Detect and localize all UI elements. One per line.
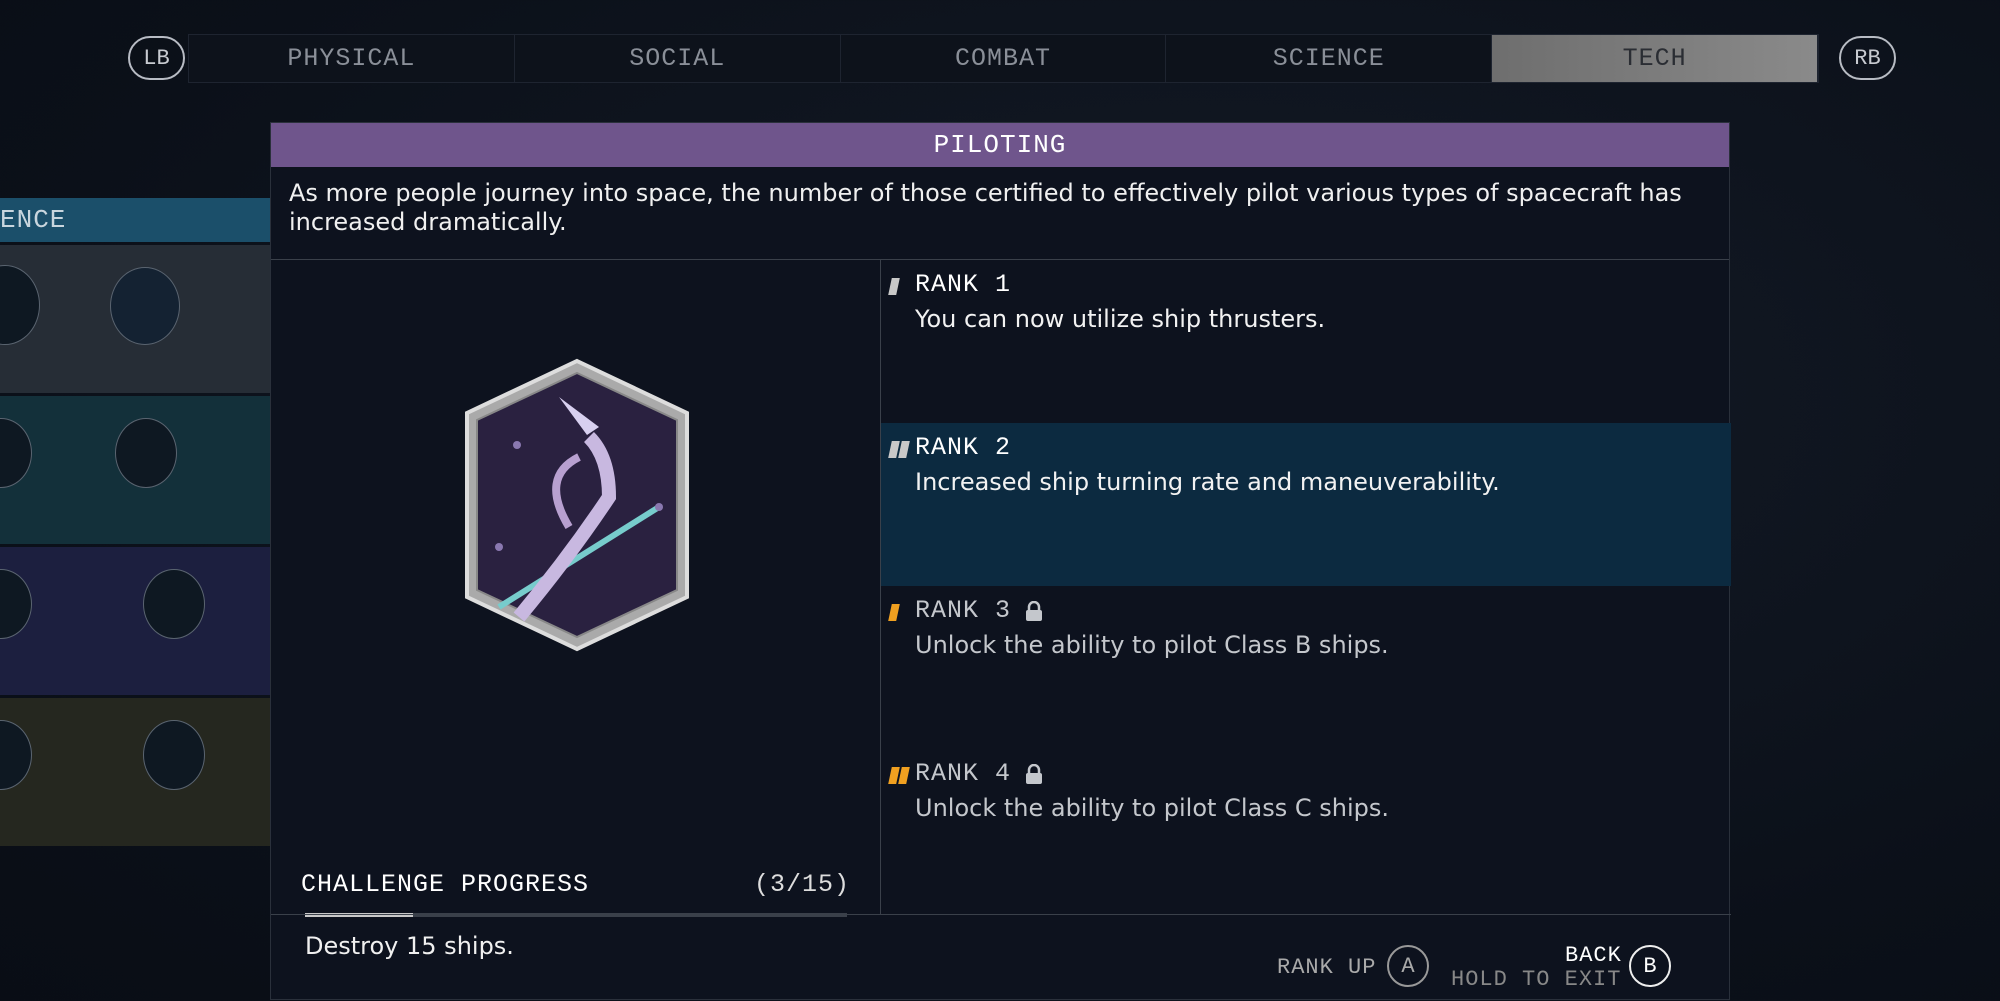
hold-to-exit-label: HOLD TO EXIT — [1451, 967, 1622, 992]
skill-icon[interactable] — [0, 720, 32, 790]
lb-button[interactable]: LB — [128, 36, 185, 80]
footer-bar: RANK UP A HOLD TO EXIT BACK B — [271, 914, 1731, 1001]
skill-icon[interactable] — [0, 418, 32, 488]
tab-science[interactable]: SCIENCE — [1166, 35, 1493, 82]
skill-row — [0, 396, 270, 544]
piloting-patch-icon — [465, 358, 689, 652]
rank-up-button[interactable]: A — [1387, 945, 1429, 987]
skill-tree-background: ENCE — [0, 198, 270, 846]
category-tabs: PHYSICAL SOCIAL COMBAT SCIENCE TECH — [188, 34, 1819, 83]
rb-label: RB — [1854, 45, 1881, 71]
b-button-label: B — [1643, 953, 1657, 979]
rank-up-label: RANK UP — [1277, 955, 1377, 980]
rank-title: RANK 2 — [915, 433, 1012, 462]
skill-description: As more people journey into space, the n… — [271, 167, 1729, 260]
skill-icon-research[interactable] — [110, 267, 180, 345]
rank-tier-icon — [888, 278, 900, 295]
rank-tier-icon — [888, 767, 910, 784]
rank-description: Unlock the ability to pilot Class C ship… — [915, 794, 1389, 822]
rank-title: RANK 3 — [915, 596, 1012, 625]
skill-icon[interactable] — [143, 569, 205, 639]
tab-tech[interactable]: TECH — [1492, 35, 1818, 82]
rank-3-row[interactable]: RANK 3 Unlock the ability to pilot Class… — [881, 586, 1731, 749]
rank-description: Unlock the ability to pilot Class B ship… — [915, 631, 1389, 659]
skill-row — [0, 698, 270, 846]
skill-icon[interactable] — [0, 569, 32, 639]
science-header: ENCE — [0, 198, 270, 242]
rb-button[interactable]: RB — [1839, 36, 1896, 80]
rank-description: Increased ship turning rate and maneuver… — [915, 468, 1500, 496]
tab-physical[interactable]: PHYSICAL — [189, 35, 515, 82]
skill-row — [0, 245, 270, 393]
rank-description: You can now utilize ship thrusters. — [915, 305, 1326, 333]
lock-icon — [1026, 600, 1043, 621]
skill-title: PILOTING — [271, 123, 1729, 167]
lock-icon — [1026, 763, 1043, 784]
rank-title: RANK 1 — [915, 270, 1012, 299]
rank-2-row[interactable]: RANK 2 Increased ship turning rate and m… — [881, 423, 1731, 586]
challenge-count: (3/15) — [753, 870, 850, 899]
challenge-label: CHALLENGE PROGRESS — [301, 870, 590, 899]
rank-tier-icon — [888, 441, 910, 458]
rank-title: RANK 4 — [915, 759, 1012, 788]
a-button-label: A — [1401, 953, 1415, 979]
skill-icon[interactable] — [143, 720, 205, 790]
skill-row — [0, 547, 270, 695]
back-button[interactable]: B — [1629, 945, 1671, 987]
tab-combat[interactable]: COMBAT — [841, 35, 1167, 82]
rank-list: RANK 1 You can now utilize ship thruster… — [881, 260, 1731, 914]
rank-1-row[interactable]: RANK 1 You can now utilize ship thruster… — [881, 260, 1731, 423]
lb-label: LB — [143, 45, 170, 71]
rank-4-row[interactable]: RANK 4 Unlock the ability to pilot Class… — [881, 749, 1731, 912]
skill-detail-panel: PILOTING As more people journey into spa… — [270, 122, 1731, 1001]
tab-social[interactable]: SOCIAL — [515, 35, 841, 82]
skill-info: CHALLENGE PROGRESS (3/15) Destroy 15 shi… — [271, 260, 881, 960]
rank-tier-icon — [888, 604, 900, 621]
back-label: BACK — [1565, 943, 1622, 968]
skill-icon-medicine[interactable] — [0, 265, 40, 345]
skill-icon[interactable] — [115, 418, 177, 488]
